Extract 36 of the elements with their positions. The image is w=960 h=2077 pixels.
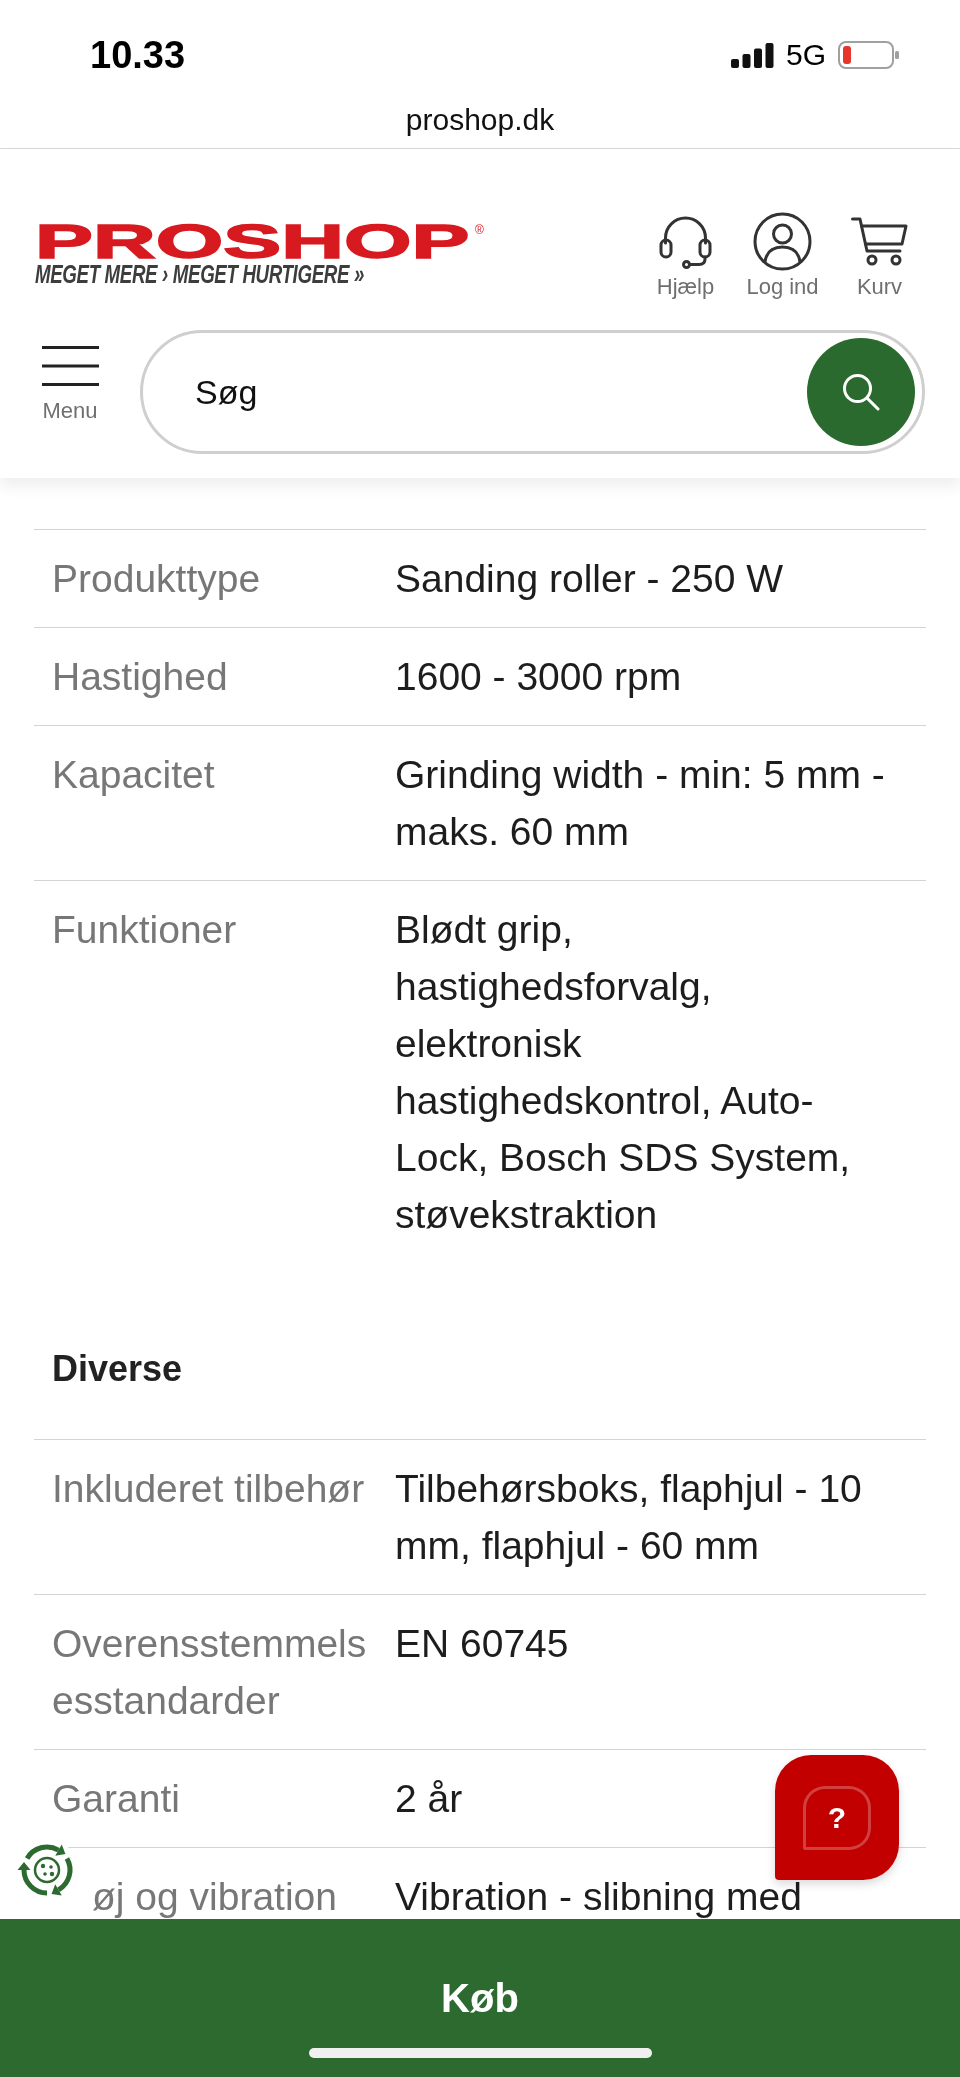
spec-label: Garanti	[52, 1777, 180, 1820]
network-label: 5G	[785, 40, 826, 70]
spec-value: Grinding width - min: 5 mm - maks. 60 mm	[395, 752, 886, 855]
spec-value: Sanding roller - 250 W	[395, 556, 784, 602]
spec-label: Inkluderet tilbehør	[52, 1467, 365, 1510]
search-icon[interactable]	[842, 373, 880, 411]
spec-value: Vibration - slibning med	[395, 1877, 802, 1917]
logo-tagline: MEGET MERE › MEGET HURTIGERE »	[35, 263, 364, 285]
cart-icon[interactable]	[851, 216, 908, 266]
menu-button[interactable]: Menu	[30, 330, 110, 424]
logo-wordmark[interactable]: PROSHOP	[35, 224, 470, 259]
spec-label: Hastighed	[52, 655, 228, 698]
spec-value: Blødt grip, hastighedsforvalg, elektronisk hastighedskontrol, Auto-Lock, Bosch SDS System, støvekstraktion	[395, 907, 852, 1238]
menu-icon[interactable]	[41, 346, 99, 386]
login-link[interactable]: Log ind	[734, 213, 831, 300]
spec-label: Overensstemmelsesstandarder	[52, 1622, 367, 1722]
spec-label: Produkttype	[52, 557, 261, 600]
status-time: 10.33	[90, 36, 186, 74]
buy-button[interactable]: Køb	[0, 1919, 960, 2077]
battery-icon	[838, 41, 899, 69]
spec-label: Kapacitet	[52, 753, 215, 796]
help-link[interactable]: Hjælp	[637, 213, 734, 300]
spec-value: Tilbehørsboks, flaphjul - 10 mm, flaphjul - 60 mm	[395, 1466, 863, 1569]
section-heading: Diverse	[51, 1347, 184, 1391]
registered-mark: ®	[475, 224, 484, 236]
signal-icon	[730, 42, 774, 68]
spec-value: 2 år	[395, 1776, 463, 1822]
spec-value: 1600 - 3000 rpm	[395, 654, 682, 700]
user-icon[interactable]	[753, 211, 812, 271]
address-bar-url[interactable]: proshop.dk	[405, 105, 555, 135]
spec-value: EN 60745	[395, 1621, 569, 1667]
spec-label: Funktioner	[52, 908, 237, 951]
help-button[interactable]: ?	[775, 1755, 899, 1880]
cart-link[interactable]: Kurv	[831, 213, 928, 300]
search-field[interactable]: Søg	[140, 330, 925, 454]
spec-label: øj og vibration	[92, 1875, 337, 1918]
